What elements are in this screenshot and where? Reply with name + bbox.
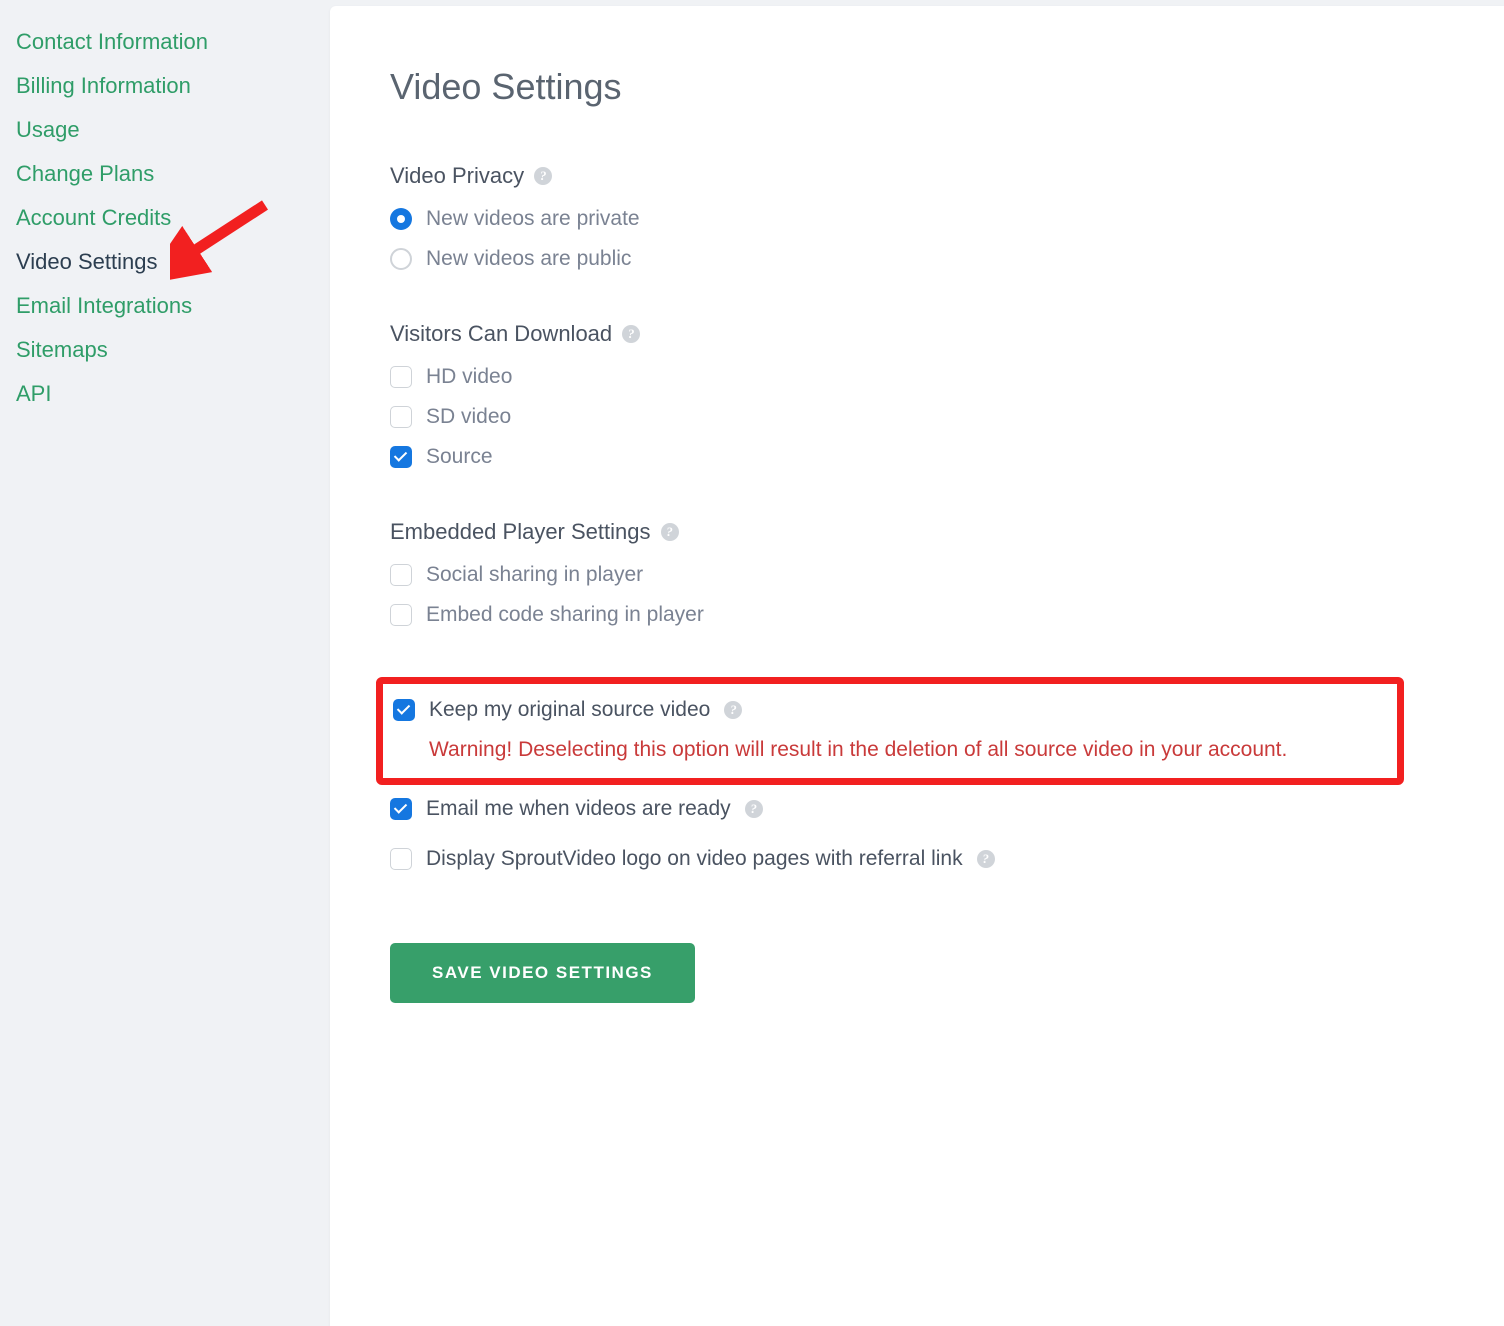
section-embedded-player: Embedded Player Settings ? Social sharin… — [390, 519, 1444, 627]
help-icon[interactable]: ? — [724, 701, 742, 719]
checkbox-label-source: Source — [426, 445, 493, 469]
checkbox-social-sharing[interactable] — [390, 564, 412, 586]
checkbox-label-email-ready: Email me when videos are ready — [426, 797, 731, 821]
radio-privacy-public[interactable] — [390, 248, 412, 270]
checkbox-hd-video[interactable] — [390, 366, 412, 388]
help-icon[interactable]: ? — [534, 167, 552, 185]
section-title-download: Visitors Can Download — [390, 321, 612, 347]
sidebar-item-change-plans[interactable]: Change Plans — [16, 152, 314, 196]
warning-text-keep-source: Warning! Deselecting this option will re… — [429, 734, 1387, 766]
sidebar-item-usage[interactable]: Usage — [16, 108, 314, 152]
checkbox-label-social: Social sharing in player — [426, 563, 643, 587]
checkbox-embed-code[interactable] — [390, 604, 412, 626]
checkbox-display-logo[interactable] — [390, 848, 412, 870]
page-title: Video Settings — [390, 66, 1444, 108]
radio-label-private: New videos are private — [426, 207, 640, 231]
other-settings-group: Keep my original source video ? Warning!… — [390, 677, 1444, 871]
checkbox-source[interactable] — [390, 446, 412, 468]
sidebar-item-sitemaps[interactable]: Sitemaps — [16, 328, 314, 372]
checkbox-label-display-logo: Display SproutVideo logo on video pages … — [426, 847, 963, 871]
checkbox-sd-video[interactable] — [390, 406, 412, 428]
save-video-settings-button[interactable]: SAVE VIDEO SETTINGS — [390, 943, 695, 1003]
main-panel: Video Settings Video Privacy ? New video… — [330, 6, 1504, 1326]
sidebar-item-contact-information[interactable]: Contact Information — [16, 20, 314, 64]
checkbox-label-sd: SD video — [426, 405, 511, 429]
help-icon[interactable]: ? — [622, 325, 640, 343]
radio-label-public: New videos are public — [426, 247, 631, 271]
checkbox-keep-source[interactable] — [393, 699, 415, 721]
sidebar-item-account-credits[interactable]: Account Credits — [16, 196, 314, 240]
highlight-annotation-box: Keep my original source video ? Warning!… — [376, 677, 1404, 785]
sidebar-item-api[interactable]: API — [16, 372, 314, 416]
checkbox-label-hd: HD video — [426, 365, 512, 389]
checkbox-label-embed: Embed code sharing in player — [426, 603, 704, 627]
sidebar-item-email-integrations[interactable]: Email Integrations — [16, 284, 314, 328]
sidebar: Contact Information Billing Information … — [0, 0, 330, 1326]
help-icon[interactable]: ? — [977, 850, 995, 868]
help-icon[interactable]: ? — [661, 523, 679, 541]
section-visitors-download: Visitors Can Download ? HD video SD vide… — [390, 321, 1444, 469]
section-title-privacy: Video Privacy — [390, 163, 524, 189]
checkbox-label-keep-source: Keep my original source video — [429, 698, 710, 722]
section-title-embedded: Embedded Player Settings — [390, 519, 651, 545]
radio-privacy-private[interactable] — [390, 208, 412, 230]
sidebar-item-billing-information[interactable]: Billing Information — [16, 64, 314, 108]
help-icon[interactable]: ? — [745, 800, 763, 818]
sidebar-item-video-settings[interactable]: Video Settings — [16, 240, 314, 284]
section-video-privacy: Video Privacy ? New videos are private N… — [390, 163, 1444, 271]
checkbox-email-ready[interactable] — [390, 798, 412, 820]
